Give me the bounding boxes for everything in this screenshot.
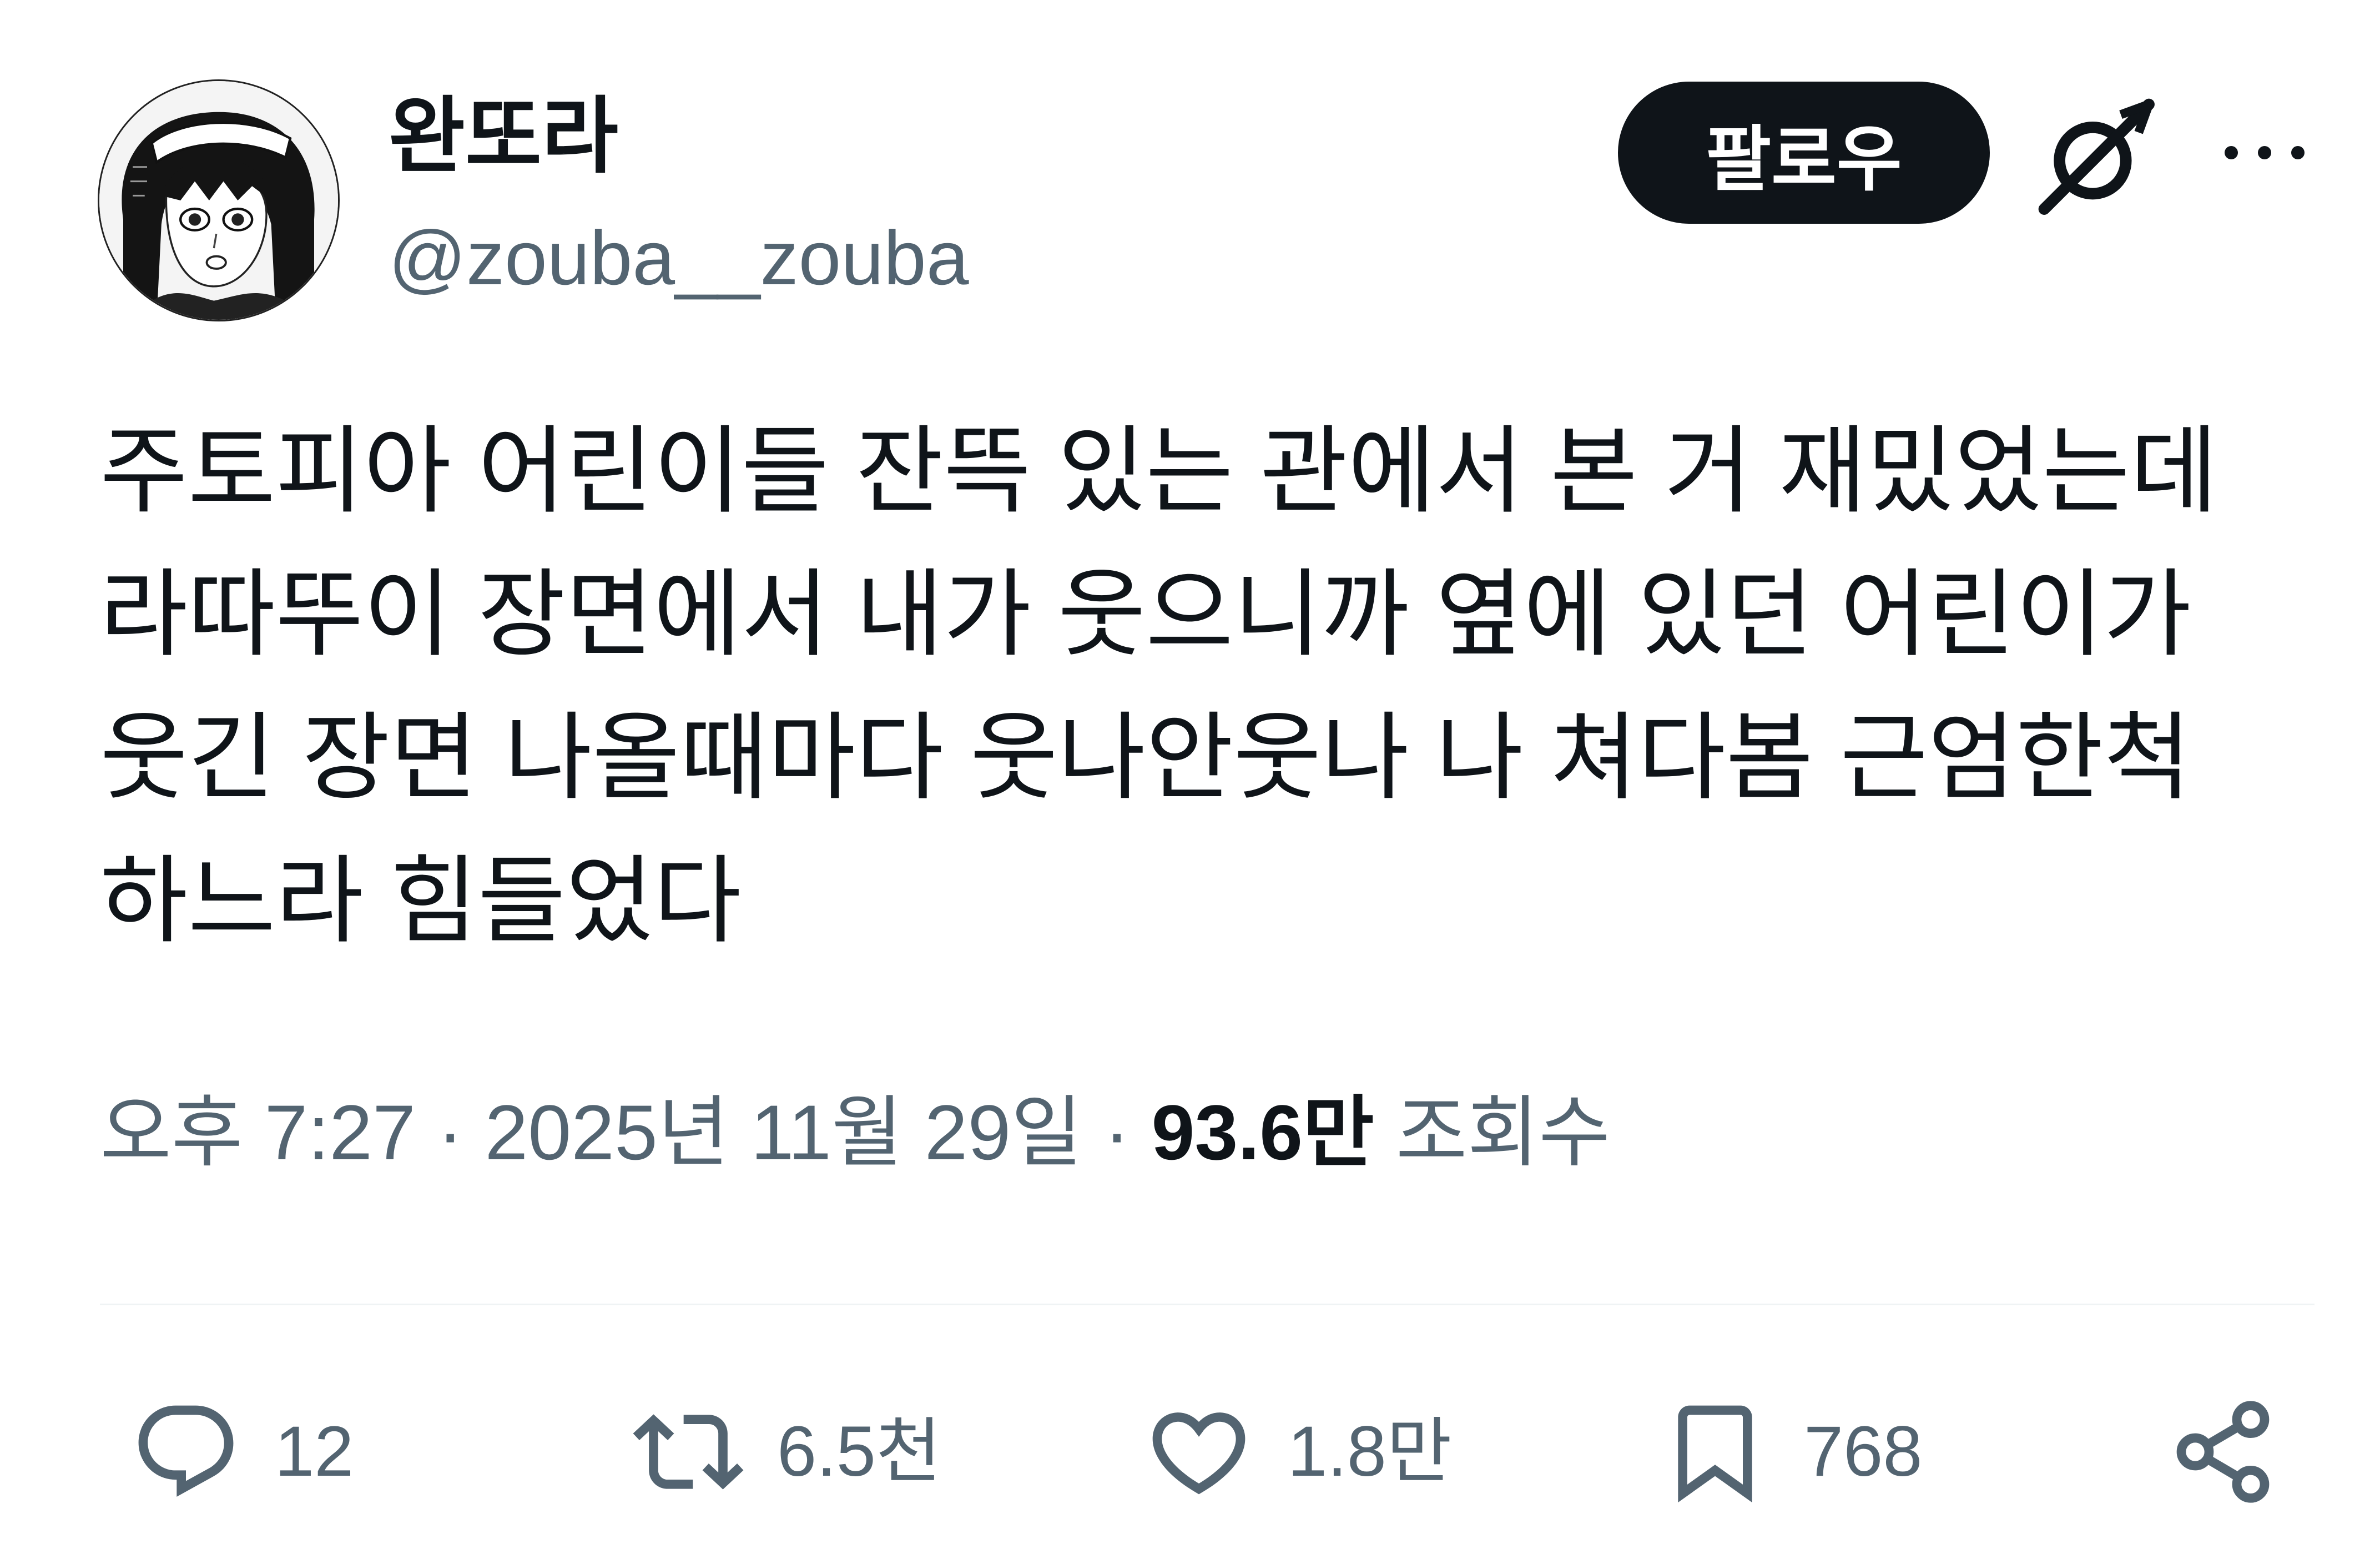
like-button[interactable]: 1.8만	[1143, 1396, 1452, 1507]
user-handle[interactable]: @zouba__zouba	[389, 214, 969, 303]
bookmark-count: 768	[1804, 1412, 1923, 1491]
like-count: 1.8만	[1288, 1412, 1452, 1491]
meta-separator: ·	[1104, 1089, 1130, 1176]
retweet-button[interactable]: 6.5천	[633, 1396, 941, 1507]
reply-icon	[138, 1405, 234, 1497]
tweet-meta: 오후 7:27 · 2025년 11월 29일 · 93.6만 조회수	[100, 1088, 1610, 1177]
meta-separator: ·	[437, 1089, 463, 1176]
reply-button[interactable]: 12	[130, 1396, 354, 1507]
tweet-text-line: 라따뚜이 장면에서 내가 웃으니까 옆에 있던 어린이가	[100, 561, 2192, 668]
more-horizontal-icon[interactable]	[2215, 125, 2315, 180]
grok-icon[interactable]	[2031, 92, 2159, 219]
tweet-date[interactable]: 2025년 11월 29일	[485, 1089, 1082, 1176]
bookmark-icon	[1678, 1405, 1752, 1503]
retweet-count: 6.5천	[777, 1412, 941, 1491]
share-button[interactable]	[2167, 1396, 2278, 1507]
display-name[interactable]: 완또라	[389, 89, 618, 183]
share-icon	[2176, 1401, 2270, 1503]
reply-count: 12	[275, 1412, 354, 1491]
heart-icon	[1152, 1412, 1246, 1495]
avatar[interactable]	[98, 79, 340, 321]
tweet-text-line: 웃긴 장면 나올때마다 웃나안웃나 나 쳐다봄 근엄한척	[100, 705, 2192, 811]
anime-avatar-icon	[99, 81, 338, 320]
tweet-text: 주토피아 어린이들 잔뜩 있는 관에서 본 거 재밌었는데 라따뚜이 장면에서 …	[100, 400, 2298, 973]
bookmark-button[interactable]: 768	[1660, 1396, 1923, 1507]
retweet-icon	[633, 1414, 744, 1490]
views-label: 조회수	[1395, 1089, 1611, 1176]
tweet-time[interactable]: 오후 7:27	[100, 1089, 416, 1176]
divider	[100, 1304, 2315, 1305]
follow-button[interactable]: 팔로우	[1618, 82, 1990, 224]
views-count: 93.6만	[1151, 1089, 1374, 1176]
tweet-text-line: 주토피아 어린이들 잔뜩 있는 관에서 본 거 재밌었는데	[100, 418, 2218, 525]
tweet-text-line: 하느라 힘들었다	[100, 848, 742, 954]
tweet-detail: 완또라 @zouba__zouba 팔로우 주토피아 어린이들 잔뜩 있는 관에…	[0, 0, 2380, 1559]
